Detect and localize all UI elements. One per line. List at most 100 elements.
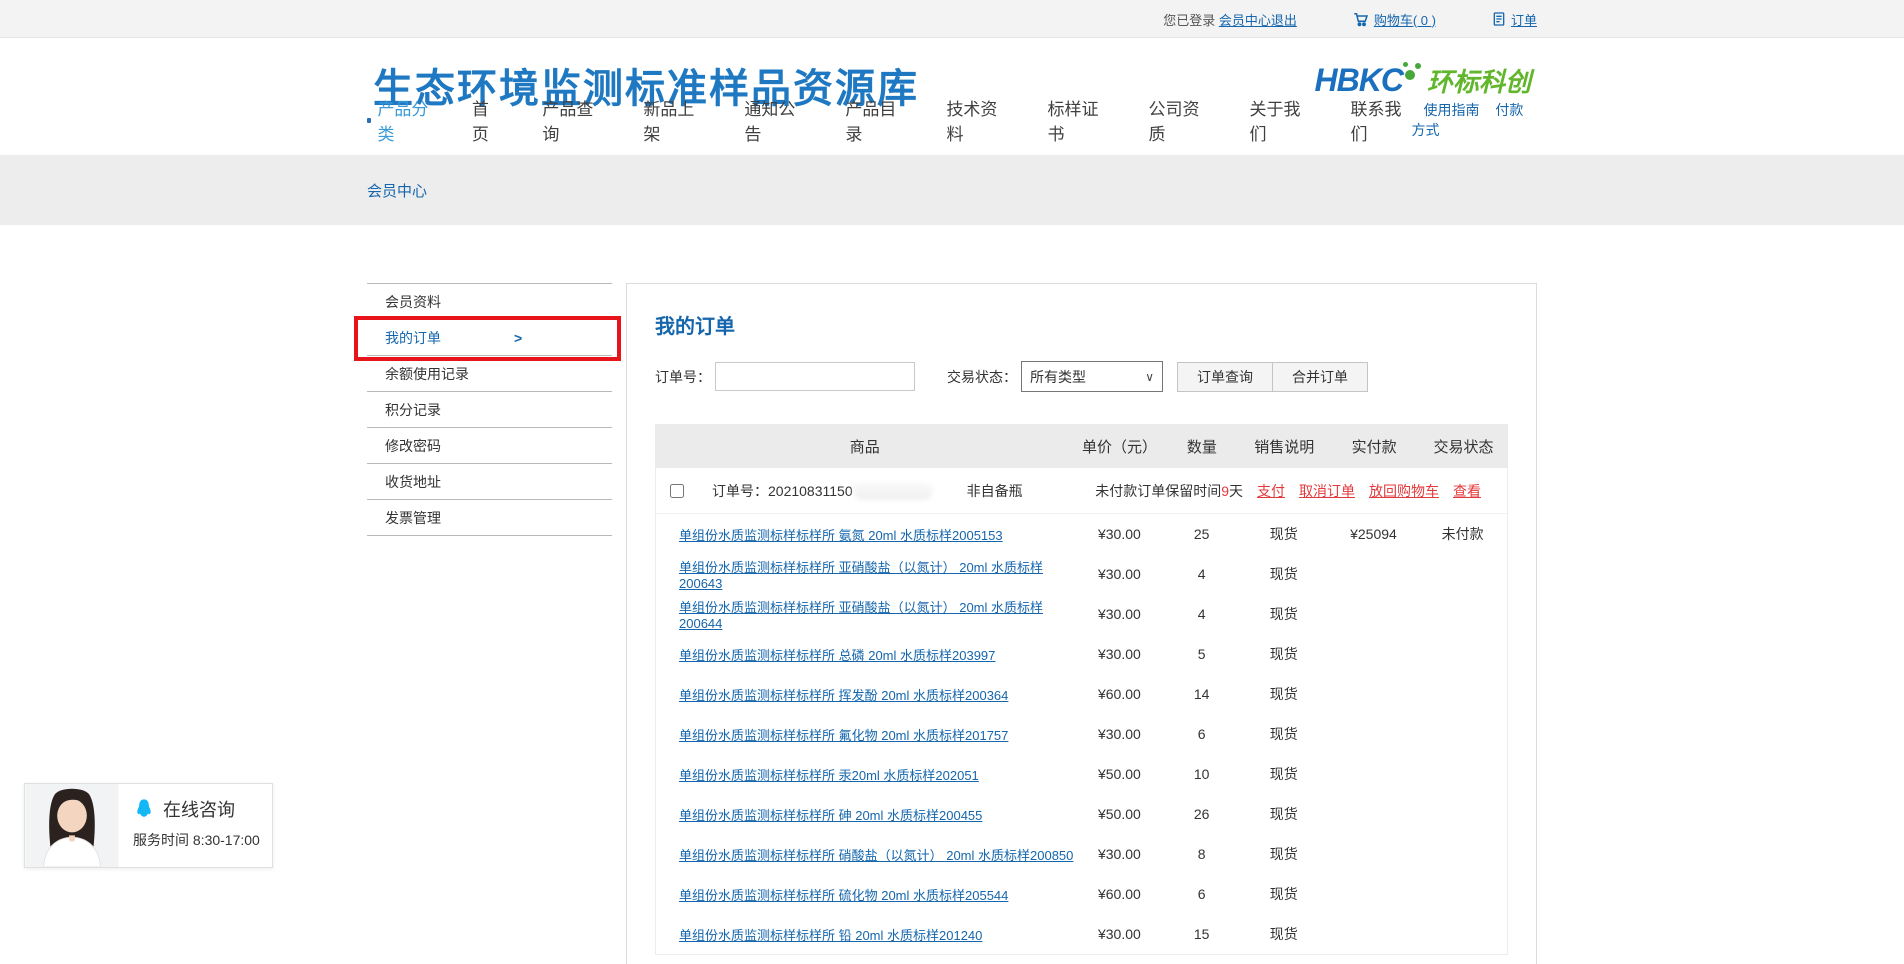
item-price: ¥30.00 (1075, 926, 1165, 942)
order-link[interactable]: 订单 (1511, 10, 1537, 29)
view-order-link[interactable]: 查看 (1453, 481, 1481, 501)
product-link[interactable]: 单组份水质监测标样标样所 汞20ml 水质标样202051 (679, 768, 979, 783)
order-trade-status: 未付款 (1418, 524, 1507, 544)
order-item-row: 单组份水质监测标样标样所 亚硝酸盐（以氮计） 20ml 水质标样200644 ¥… (656, 594, 1507, 634)
chat-service-time: 服务时间 8:30-17:00 (133, 830, 260, 850)
nav-item-certificates[interactable]: 标样证书 (1047, 95, 1108, 145)
product-link[interactable]: 单组份水质监测标样标样所 氟化物 20ml 水质标样201757 (679, 728, 1008, 743)
item-qty: 4 (1164, 606, 1239, 622)
breadcrumb[interactable]: 会员中心 (367, 180, 427, 201)
nav-item-contact-us[interactable]: 联系我们 (1351, 95, 1412, 145)
order-number: 订单号：20210831150 (712, 481, 933, 501)
item-qty: 10 (1164, 766, 1239, 782)
nav-item-company-qualifications[interactable]: 公司资质 (1148, 95, 1209, 145)
main-nav: 产品分类 首页 产品查询 新品上架 通知公告 产品目录 技术资料 标样证书 公司… (367, 95, 1537, 145)
sidebar-item-change-password[interactable]: 修改密码 (367, 428, 612, 464)
order-item-row: 单组份水质监测标样标样所 硫化物 20ml 水质标样205544 ¥60.00 … (656, 874, 1507, 914)
logout-link[interactable]: 退出 (1271, 10, 1297, 29)
sidebar-item-member-profile[interactable]: 会员资料 (367, 284, 612, 320)
product-link[interactable]: 单组份水质监测标样标样所 硫化物 20ml 水质标样205544 (679, 888, 1008, 903)
member-center-link[interactable]: 会员中心 (1219, 10, 1271, 29)
merge-orders-button[interactable]: 合并订单 (1272, 362, 1368, 392)
item-price: ¥60.00 (1075, 886, 1165, 902)
service-agent-photo (25, 784, 119, 867)
item-qty: 25 (1164, 526, 1239, 542)
item-sale-note: 现货 (1239, 764, 1329, 784)
nav-item-product-catalog[interactable]: 产品目录 (845, 95, 906, 145)
item-sale-note: 现货 (1239, 924, 1329, 944)
order-no-label: 订单号： (655, 367, 711, 387)
nav-product-category[interactable]: 产品分类 (367, 95, 438, 145)
trade-status-label: 交易状态： (947, 367, 1017, 387)
chevron-right-icon: > (514, 320, 522, 356)
product-link[interactable]: 单组份水质监测标样标样所 亚硝酸盐（以氮计） 20ml 水质标样200643 (679, 560, 1043, 591)
nav-item-home[interactable]: 首页 (472, 95, 503, 145)
product-link[interactable]: 单组份水质监测标样标样所 硝酸盐（以氮计） 20ml 水质标样200850 (679, 848, 1073, 863)
header-quantity: 数量 (1164, 436, 1239, 457)
order-item-row: 单组份水质监测标样标样所 硝酸盐（以氮计） 20ml 水质标样200850 ¥3… (656, 834, 1507, 874)
cancel-order-link[interactable]: 取消订单 (1299, 481, 1355, 501)
order-filter-bar: 订单号： 交易状态： 所有类型 ∨ 订单查询 合并订单 (655, 361, 1508, 392)
item-qty: 4 (1164, 566, 1239, 582)
return-to-cart-link[interactable]: 放回购物车 (1369, 481, 1439, 501)
item-price: ¥30.00 (1075, 726, 1165, 742)
item-sale-note: 现货 (1239, 524, 1329, 544)
sidebar-item-my-orders[interactable]: 我的订单> (367, 320, 612, 356)
item-sale-note: 现货 (1239, 564, 1329, 584)
qq-penguin-icon (133, 798, 155, 820)
login-status-text: 您已登录 (1163, 10, 1215, 29)
order-select-checkbox[interactable] (670, 484, 684, 498)
product-link[interactable]: 单组份水质监测标样标样所 铅 20ml 水质标样201240 (679, 928, 982, 943)
nav-item-about-us[interactable]: 关于我们 (1249, 95, 1310, 145)
item-qty: 15 (1164, 926, 1239, 942)
order-item-row: 单组份水质监测标样标样所 砷 20ml 水质标样200455 ¥50.00 26… (656, 794, 1507, 834)
bottle-note: 非自备瓶 (967, 481, 1023, 501)
item-sale-note: 现货 (1239, 684, 1329, 704)
product-link[interactable]: 单组份水质监测标样标样所 总磷 20ml 水质标样203997 (679, 648, 995, 663)
breadcrumb-band: 会员中心 (0, 155, 1904, 225)
item-price: ¥30.00 (1075, 526, 1165, 542)
cart-link[interactable]: 购物车( 0 ) (1374, 10, 1436, 29)
nav-item-technical-docs[interactable]: 技术资料 (946, 95, 1007, 145)
usage-guide-link[interactable]: 使用指南 (1424, 102, 1480, 118)
order-no-input[interactable] (715, 362, 915, 391)
sidebar-item-points-history[interactable]: 积分记录 (367, 392, 612, 428)
item-sale-note: 现货 (1239, 884, 1329, 904)
brand-name: 环标科创 (1427, 67, 1531, 97)
order-header-row: 订单号：20210831150 非自备瓶 未付款订单保留时间9天 支付 取消订单… (656, 468, 1507, 514)
order-item-row: 单组份水质监测标样标样所 氟化物 20ml 水质标样201757 ¥30.00 … (656, 714, 1507, 754)
order-search-button[interactable]: 订单查询 (1177, 362, 1273, 392)
item-qty: 5 (1164, 646, 1239, 662)
trade-status-select[interactable]: 所有类型 ∨ (1021, 361, 1163, 392)
order-icon (1491, 11, 1507, 27)
order-item-row: 单组份水质监测标样标样所 挥发酚 20ml 水质标样200364 ¥60.00 … (656, 674, 1507, 714)
online-chat-widget[interactable]: 在线咨询 服务时间 8:30-17:00 (24, 783, 273, 868)
page-title: 我的订单 (655, 310, 1508, 339)
product-link[interactable]: 单组份水质监测标样标样所 砷 20ml 水质标样200455 (679, 808, 982, 823)
sidebar-item-shipping-address[interactable]: 收货地址 (367, 464, 612, 500)
header-unit-price: 单价（元） (1075, 436, 1165, 457)
order-item-row: 单组份水质监测标样标样所 汞20ml 水质标样202051 ¥50.00 10 … (656, 754, 1507, 794)
item-sale-note: 现货 (1239, 644, 1329, 664)
nav-item-new-arrivals[interactable]: 新品上架 (643, 95, 704, 145)
item-price: ¥30.00 (1075, 606, 1165, 622)
product-link[interactable]: 单组份水质监测标样标样所 亚硝酸盐（以氮计） 20ml 水质标样200644 (679, 600, 1043, 631)
nav-item-product-search[interactable]: 产品查询 (542, 95, 603, 145)
order-no-redacted (853, 482, 933, 500)
sidebar-item-invoice-management[interactable]: 发票管理 (367, 500, 612, 536)
header-product: 商品 (655, 436, 1075, 457)
item-sale-note: 现货 (1239, 804, 1329, 824)
item-qty: 8 (1164, 846, 1239, 862)
pay-link[interactable]: 支付 (1257, 481, 1285, 501)
item-qty: 14 (1164, 686, 1239, 702)
nav-item-announcements[interactable]: 通知公告 (744, 95, 805, 145)
sidebar-item-balance-history[interactable]: 余额使用记录 (367, 356, 612, 392)
orders-table-header: 商品 单价（元） 数量 销售说明 实付款 交易状态 (655, 424, 1508, 468)
chevron-down-icon: ∨ (1145, 370, 1154, 384)
item-price: ¥60.00 (1075, 686, 1165, 702)
item-sale-note: 现货 (1239, 844, 1329, 864)
order-item-row: 单组份水质监测标样标样所 氨氮 20ml 水质标样2005153 ¥30.00 … (656, 514, 1507, 554)
product-link[interactable]: 单组份水质监测标样标样所 挥发酚 20ml 水质标样200364 (679, 688, 1008, 703)
product-link[interactable]: 单组份水质监测标样标样所 氨氮 20ml 水质标样2005153 (679, 528, 1003, 543)
item-qty: 26 (1164, 806, 1239, 822)
